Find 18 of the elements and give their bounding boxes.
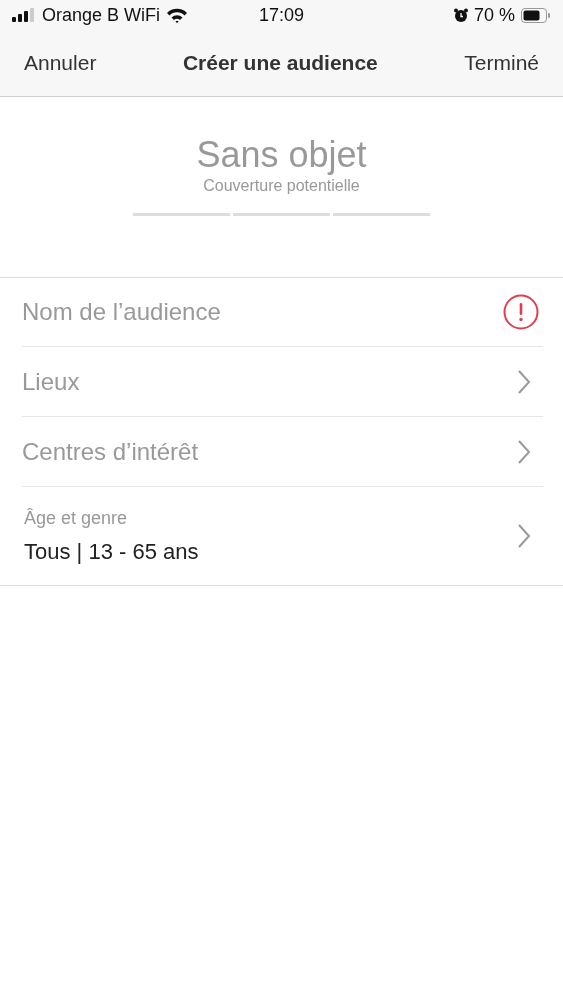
item-label: Âge et genre (24, 507, 129, 529)
reach-value: Sans objet (196, 135, 367, 175)
done-button[interactable]: Terminé (454, 45, 549, 81)
chevron-icon (517, 523, 531, 549)
carrier-name: Orange B WiFi (42, 4, 161, 26)
wifi-icon (166, 7, 189, 23)
clock-time: 17:09 (259, 4, 304, 26)
item-value: Tous | 13 - 65 ans (24, 538, 199, 565)
reach-caption: Couverture potentielle (203, 176, 360, 195)
audience-name-field[interactable]: Nom de l’audience (22, 298, 503, 326)
screen-title: Créer une audience (182, 51, 378, 75)
alarm-clock-icon (453, 7, 468, 23)
battery-percent: 70 % (473, 4, 515, 26)
chevron-icon (517, 438, 531, 465)
battery-icon (521, 7, 551, 23)
signal-icon (12, 8, 36, 22)
cancel-button[interactable]: Annuler (14, 45, 107, 81)
chevron-icon (517, 368, 531, 395)
